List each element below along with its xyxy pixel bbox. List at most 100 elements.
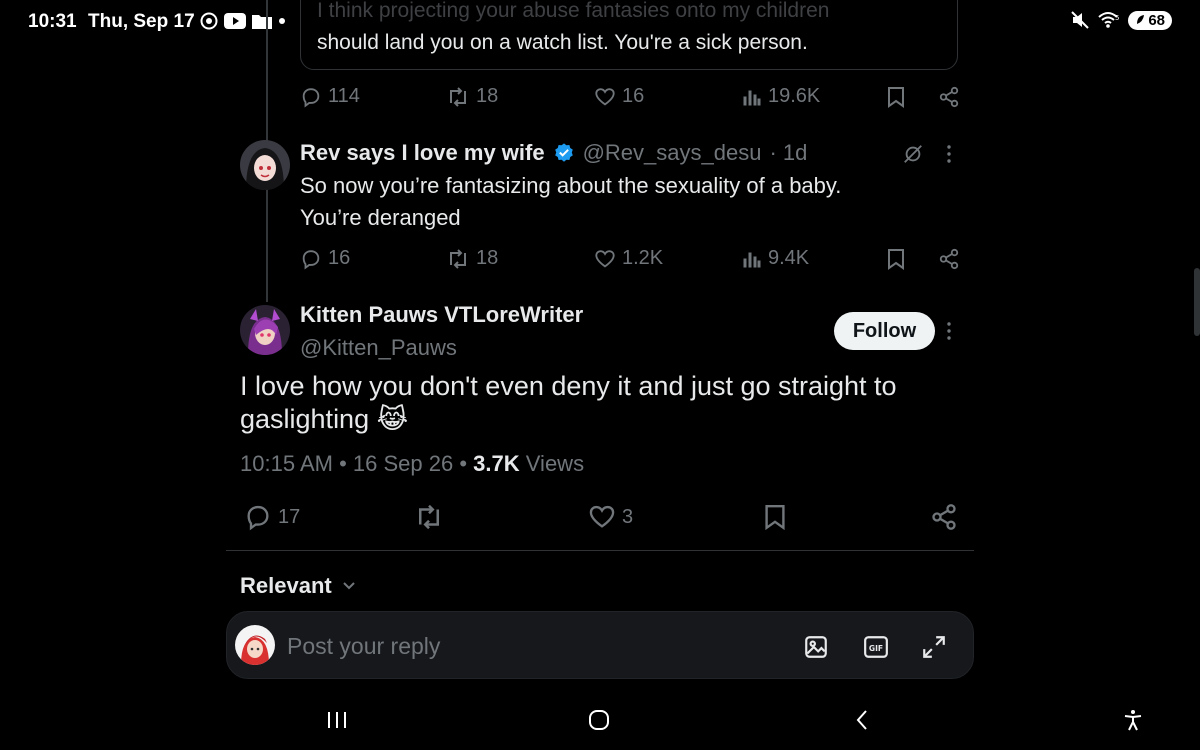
reply-tweet-header: Rev says I love my wife @Rev_says_desu ·…: [300, 140, 807, 166]
reply-input[interactable]: [285, 630, 749, 662]
share-button[interactable]: [938, 248, 960, 270]
charging-icon: [1137, 15, 1145, 24]
wifi-icon: 5: [1098, 11, 1120, 29]
status-time: 10:31: [28, 11, 77, 32]
like-action[interactable]: 16: [594, 85, 644, 108]
system-navigation-bar: [0, 690, 1200, 750]
bookmark-icon: [765, 505, 785, 531]
separator-dot: •: [339, 451, 353, 476]
back-chevron-icon: [856, 710, 867, 730]
svg-text:GIF: GIF: [869, 644, 883, 653]
image-upload-button[interactable]: [803, 634, 829, 660]
sort-dropdown[interactable]: Relevant: [240, 573, 356, 599]
status-date: Thu, Sep 17: [88, 11, 195, 32]
more-options-icon[interactable]: [946, 144, 952, 164]
share-icon: [939, 86, 959, 108]
share-icon: [939, 248, 959, 270]
back-button[interactable]: [854, 709, 870, 731]
heart-icon: [595, 87, 615, 105]
tweet-date[interactable]: 16 Sep 26: [353, 451, 453, 476]
bookmark-button[interactable]: [886, 86, 906, 108]
expand-icon: [923, 636, 945, 658]
notification-icons: [200, 12, 286, 30]
more-options-icon[interactable]: [946, 321, 952, 341]
views-count: 9.4K: [768, 247, 810, 269]
like-count: 1.2K: [622, 247, 664, 269]
display-name[interactable]: Rev says I love my wife: [300, 140, 545, 166]
tweet-time[interactable]: 10:15 AM: [240, 451, 333, 476]
recent-apps-icon: [328, 712, 346, 728]
views-count: 19.6K: [768, 85, 821, 107]
heart-icon: [595, 249, 615, 267]
views-chart-icon: [743, 90, 761, 105]
like-count: 3: [622, 505, 634, 528]
grok-icon[interactable]: [902, 143, 924, 165]
recent-apps-button[interactable]: [326, 710, 348, 730]
separator-dot: •: [459, 451, 474, 476]
repost-icon: [450, 86, 466, 107]
handle[interactable]: @Rev_says_desu: [583, 140, 762, 166]
home-button[interactable]: [588, 709, 610, 731]
reply-count: 114: [328, 85, 360, 107]
like-count: 16: [622, 85, 645, 107]
repost-icon: [419, 504, 439, 530]
reply-icon: [302, 87, 320, 108]
verified-badge-icon: [553, 142, 575, 164]
accessibility-icon: [1124, 710, 1142, 731]
more-notifications-dot-icon: [278, 17, 286, 25]
repost-count: 18: [476, 85, 499, 107]
repost-count: 18: [476, 247, 499, 269]
battery-indicator: 68: [1128, 10, 1172, 30]
scrollbar[interactable]: [1194, 268, 1200, 336]
like-action[interactable]: 3: [588, 503, 633, 531]
reply-tweet-text-line: You’re deranged: [300, 205, 461, 230]
like-action[interactable]: 1.2K: [594, 247, 663, 270]
reply-count: 16: [328, 247, 351, 269]
tweet-metadata: 10:15 AM • 16 Sep 26 • 3.7K Views: [240, 451, 584, 477]
bookmark-button[interactable]: [886, 248, 906, 270]
avatar-rev[interactable]: [240, 140, 290, 190]
handle[interactable]: @Kitten_Pauws: [300, 335, 457, 361]
main-tweet-text: I love how you don't even deny it and ju…: [240, 371, 897, 434]
display-name[interactable]: Kitten Pauws VTLoreWriter: [300, 302, 583, 328]
follow-button[interactable]: Follow: [834, 312, 935, 350]
reply-composer: GIF: [226, 611, 974, 679]
quoted-tweet-card[interactable]: I think projecting your abuse fantasies …: [300, 0, 958, 70]
mute-icon: [1070, 10, 1090, 30]
bookmark-icon: [888, 87, 904, 108]
reply-tweet-text-line: So now you’re fantasizing about the sexu…: [300, 173, 842, 198]
reply-action[interactable]: 17: [244, 503, 300, 531]
share-button[interactable]: [930, 503, 958, 531]
home-icon: [589, 710, 609, 730]
folder-icon: [252, 13, 272, 29]
section-divider: [226, 550, 974, 551]
reply-tweet-text: So now you’re fantasizing about the sexu…: [300, 170, 940, 234]
repost-action[interactable]: 18: [446, 85, 498, 108]
repost-action[interactable]: [414, 503, 444, 531]
share-icon: [932, 504, 956, 530]
sort-label: Relevant: [240, 573, 332, 598]
accessibility-button[interactable]: [1121, 708, 1145, 732]
bookmark-icon: [888, 249, 904, 270]
reply-icon: [302, 249, 320, 270]
avatar-kitten-pauws[interactable]: [240, 305, 290, 355]
svg-text:5: 5: [1115, 14, 1119, 22]
repost-icon: [450, 248, 466, 269]
relative-time[interactable]: · 1d: [769, 140, 807, 166]
bookmark-button[interactable]: [763, 503, 787, 531]
chevron-down-icon: [343, 582, 355, 590]
views-chart-icon: [743, 252, 761, 267]
repost-action[interactable]: 18: [446, 247, 498, 270]
views-action[interactable]: 19.6K: [742, 85, 820, 108]
reply-action[interactable]: 16: [300, 247, 350, 270]
battery-level: 68: [1148, 11, 1165, 29]
reply-action[interactable]: 114: [300, 85, 360, 108]
image-icon: [805, 636, 827, 658]
expand-composer-button[interactable]: [921, 634, 947, 660]
user-avatar: [235, 625, 275, 665]
gif-icon: GIF: [864, 636, 888, 658]
views-action[interactable]: 9.4K: [742, 247, 809, 270]
gif-button[interactable]: GIF: [863, 634, 889, 660]
share-button[interactable]: [938, 86, 960, 108]
system-status-icons: 5 68: [1070, 10, 1172, 30]
